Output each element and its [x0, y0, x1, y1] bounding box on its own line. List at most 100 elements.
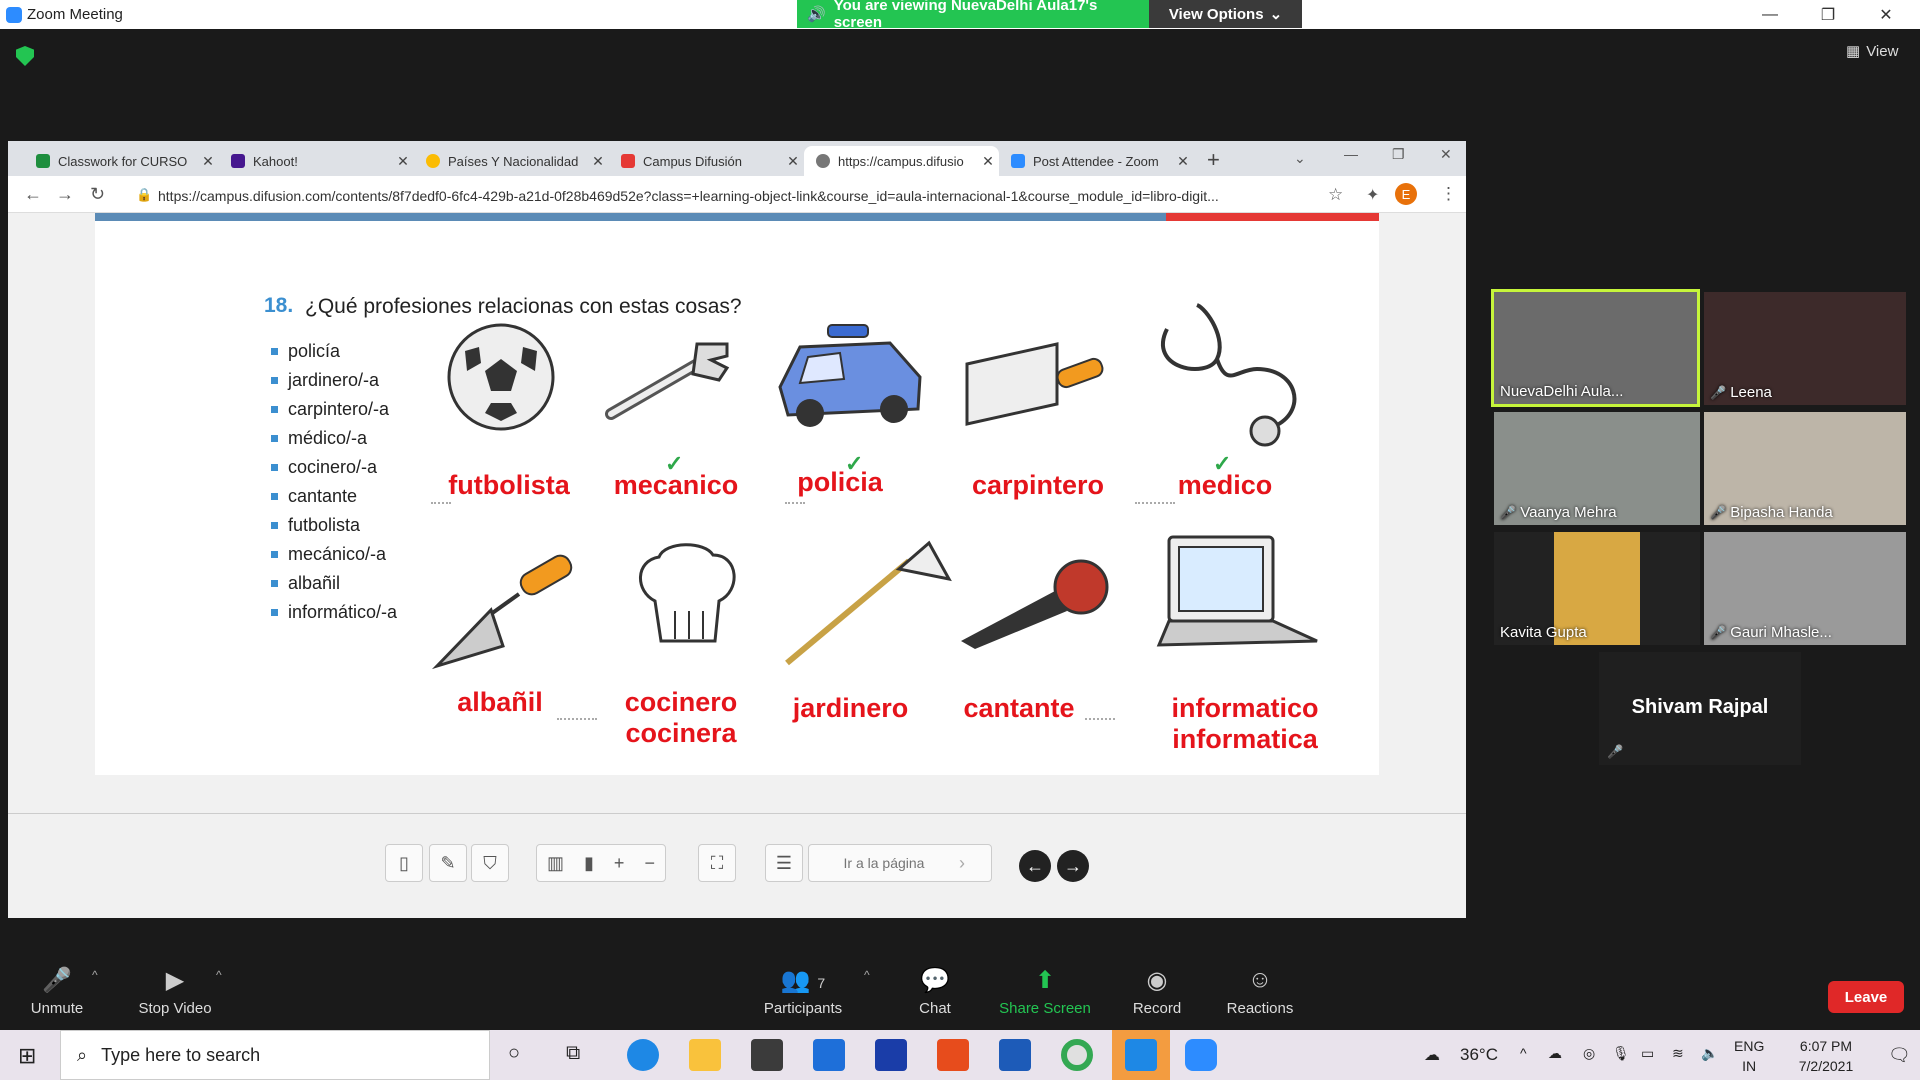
encryption-shield-icon[interactable] — [16, 46, 34, 66]
close-tab-icon[interactable]: ✕ — [1172, 153, 1194, 170]
video-options-icon[interactable]: ^ — [216, 968, 222, 982]
edge-icon[interactable] — [627, 1039, 659, 1071]
chrome-icon[interactable] — [1061, 1039, 1093, 1071]
camera-app-icon — [1125, 1039, 1157, 1071]
bookmark-star-icon[interactable]: ☆ — [1328, 185, 1343, 205]
unmute-button[interactable]: 🎤 Unmute — [22, 966, 92, 1017]
close-tab-icon[interactable]: ✕ — [782, 153, 804, 170]
list-icon[interactable]: ☰ — [765, 844, 803, 882]
store-icon[interactable] — [751, 1039, 783, 1071]
sidebar-toggle-button[interactable]: ▯ — [385, 844, 423, 882]
browser-restore-icon[interactable]: ❐ — [1392, 146, 1405, 163]
close-tab-icon[interactable]: ✕ — [977, 153, 999, 170]
double-page-icon[interactable]: ▥ — [547, 853, 564, 874]
leave-button[interactable]: Leave — [1828, 981, 1904, 1013]
windows-start-icon[interactable]: ⊞ — [18, 1043, 36, 1069]
view-options-label: View Options — [1168, 5, 1264, 23]
participant-tile[interactable]: 🎤 Gauri Mhasle... — [1704, 532, 1906, 645]
browser-tab-active[interactable]: https://campus.difusio ✕ — [804, 146, 999, 176]
meeting-controls: 🎤 Unmute ^ ▶ Stop Video ^ 👥 7 Participan… — [0, 948, 1920, 1030]
whiteboard-icon[interactable] — [875, 1039, 907, 1071]
onedrive-icon[interactable]: ☁ — [1548, 1045, 1562, 1062]
list-item: médico/-a — [271, 424, 431, 453]
webcam-icon[interactable]: ◎ — [1583, 1045, 1595, 1062]
url-field[interactable]: https://campus.difusion.com/contents/8f7… — [158, 188, 1318, 204]
task-view-icon[interactable]: ⧉ — [566, 1042, 580, 1065]
browser-close-icon[interactable]: ✕ — [1440, 146, 1452, 163]
goto-page-input[interactable] — [809, 845, 959, 881]
browser-tab[interactable]: Campus Difusión ✕ — [609, 146, 804, 176]
participant-tile[interactable]: Kavita Gupta — [1494, 532, 1700, 645]
browser-menu-icon[interactable]: ⋮ — [1440, 184, 1457, 204]
zoom-in-icon[interactable]: + — [614, 853, 625, 874]
forward-icon[interactable]: → — [56, 184, 74, 205]
participant-tile[interactable]: 🎤 Vaanya Mehra — [1494, 412, 1700, 525]
wifi-icon[interactable]: ≋ — [1672, 1045, 1684, 1062]
participant-tile[interactable]: 🎤 Bipasha Handa — [1704, 412, 1906, 525]
mic-muted-icon: 🎤 — [1710, 384, 1727, 400]
close-tab-icon[interactable]: ✕ — [197, 153, 219, 170]
temperature[interactable]: 36°C — [1460, 1045, 1498, 1065]
lock-icon[interactable]: 🔒 — [136, 187, 152, 203]
pencil-icon[interactable]: ✎ — [429, 844, 467, 882]
profile-avatar[interactable]: E — [1395, 183, 1417, 205]
list-item: futbolista — [271, 511, 431, 540]
close-tab-icon[interactable]: ✕ — [392, 153, 414, 170]
extensions-icon[interactable]: ✦ — [1366, 185, 1379, 205]
page-top-bar-accent — [1166, 213, 1379, 221]
browser-tab[interactable]: Classwork for CURSO ✕ — [24, 146, 219, 176]
back-icon[interactable]: ← — [24, 184, 42, 205]
browser-minimize-icon[interactable]: — — [1344, 146, 1358, 162]
tab-search-icon[interactable]: ⌄ — [1294, 150, 1306, 167]
new-tab-button[interactable]: + — [1207, 147, 1220, 173]
bookmark-icon[interactable]: ⛉ — [471, 844, 509, 882]
restore-button[interactable]: ❐ — [1800, 0, 1856, 29]
close-window-button[interactable]: ✕ — [1858, 0, 1914, 29]
reactions-button[interactable]: ☺ Reactions — [1220, 966, 1300, 1017]
participant-name: Gauri Mhasle... — [1730, 624, 1832, 641]
browser-tab[interactable]: Países Y Nacionalidade ✕ — [414, 146, 609, 176]
participant-tile[interactable]: 🎤 Leena — [1704, 292, 1906, 405]
view-options-button[interactable]: View Options ⌄ — [1149, 0, 1302, 28]
notifications-icon[interactable]: 🗨 — [1888, 1045, 1911, 1066]
weather-icon[interactable]: ☁ — [1424, 1045, 1440, 1065]
cortana-icon[interactable]: ○ — [508, 1042, 520, 1065]
audio-options-icon[interactable]: ^ — [92, 968, 98, 982]
view-layout-button[interactable]: ▦ View — [1846, 42, 1898, 61]
fullscreen-icon[interactable]: ⛶ — [698, 844, 736, 882]
clock[interactable]: 6:07 PM 7/2/2021 — [1780, 1036, 1872, 1076]
tab-label: Países Y Nacionalidade — [448, 153, 579, 169]
volume-icon[interactable]: 🔈 — [1701, 1045, 1718, 1062]
mail-icon[interactable] — [813, 1039, 845, 1071]
share-screen-button[interactable]: ⬆ Share Screen — [995, 966, 1095, 1017]
show-hidden-icons[interactable]: ^ — [1520, 1045, 1527, 1061]
zoom-out-icon[interactable]: − — [644, 853, 655, 874]
microphone-tray-icon[interactable]: 🎙 — [1612, 1045, 1630, 1062]
participants-button[interactable]: 👥 7 Participants — [758, 966, 848, 1017]
office-icon[interactable] — [937, 1039, 969, 1071]
previous-page-button[interactable]: ← — [1019, 850, 1051, 882]
browser-tab[interactable]: Kahoot! ✕ — [219, 146, 414, 176]
file-explorer-icon[interactable] — [689, 1039, 721, 1071]
browser-tab[interactable]: Post Attendee - Zoom ✕ — [999, 146, 1194, 176]
minimize-button[interactable]: — — [1742, 0, 1798, 29]
book-page: 18. ¿Qué profesiones relacionas con esta… — [95, 221, 1379, 775]
zoom-taskbar-icon[interactable] — [1185, 1039, 1217, 1071]
battery-icon[interactable]: ▭ — [1641, 1045, 1654, 1062]
participant-tile-active[interactable]: NuevaDelhi Aula... — [1491, 289, 1700, 407]
taskbar-search[interactable]: ⌕ Type here to search — [60, 1030, 490, 1080]
close-tab-icon[interactable]: ✕ — [587, 153, 609, 170]
participant-tile[interactable]: Shivam Rajpal 🎤 — [1599, 652, 1801, 765]
reload-icon[interactable]: ↻ — [90, 184, 105, 205]
next-page-button[interactable]: → — [1057, 850, 1089, 882]
exercise-number: 18. — [264, 294, 294, 317]
chat-button[interactable]: 💬 Chat — [905, 966, 965, 1017]
taskbar-app-active[interactable] — [1112, 1030, 1170, 1080]
single-page-icon[interactable]: ▮ — [584, 853, 594, 874]
participants-options-icon[interactable]: ^ — [864, 968, 870, 982]
go-arrow-icon[interactable]: › — [959, 853, 965, 874]
stop-video-button[interactable]: ▶ Stop Video — [130, 966, 220, 1017]
record-button[interactable]: ◉ Record — [1127, 966, 1187, 1017]
language-indicator[interactable]: ENG IN — [1734, 1036, 1764, 1076]
word-icon[interactable] — [999, 1039, 1031, 1071]
